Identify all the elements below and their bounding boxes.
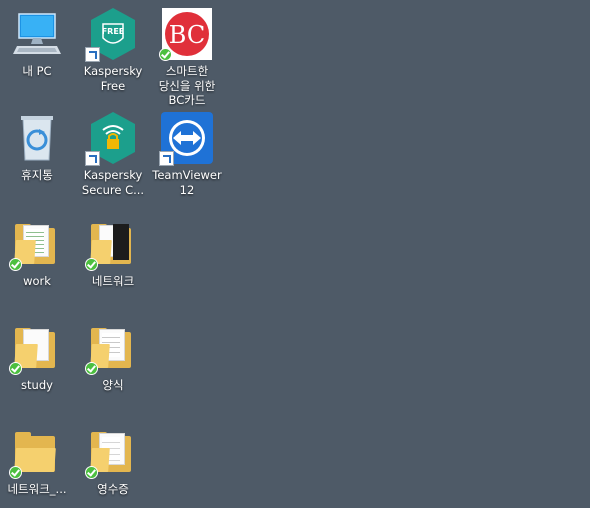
sync-ok-icon xyxy=(10,259,21,270)
desktop-icon-folder-network-2[interactable]: 네트워크_... xyxy=(0,426,74,497)
icon-label: Kaspersky Secure C... xyxy=(81,168,145,197)
desktop-icon-folder-network[interactable]: 네트워크 xyxy=(76,218,150,289)
bc-card-icon: BC xyxy=(159,8,215,62)
icon-label: 내 PC xyxy=(22,64,52,78)
folder-icon xyxy=(9,218,65,272)
icon-label: 양식 xyxy=(102,378,124,392)
folder-icon xyxy=(9,322,65,376)
desktop-icon-folder-study[interactable]: study xyxy=(0,322,74,393)
folder-icon xyxy=(85,426,141,480)
kaspersky-free-icon: FREE xyxy=(85,8,141,62)
shortcut-arrow-icon xyxy=(85,47,100,62)
icon-label: 영수증 xyxy=(97,482,129,496)
sync-ok-icon xyxy=(86,363,97,374)
desktop-icon-folder-receipts[interactable]: 영수증 xyxy=(76,426,150,497)
desktop-icon-kaspersky-free[interactable]: FREE Kaspersky Free xyxy=(76,8,150,93)
icon-label: study xyxy=(21,378,53,392)
desktop-icon-kaspersky-secure[interactable]: Kaspersky Secure C... xyxy=(76,112,150,197)
desktop-icon-bc-card[interactable]: BC 스마트한 당신을 위한 BC카드 xyxy=(150,8,224,108)
sync-ok-icon xyxy=(10,467,21,478)
sync-ok-icon xyxy=(160,49,171,60)
sync-ok-icon xyxy=(10,363,21,374)
sync-ok-icon xyxy=(86,259,97,270)
shortcut-arrow-icon xyxy=(85,151,100,166)
icon-label: 네트워크 xyxy=(91,274,135,288)
icon-label: 휴지통 xyxy=(21,168,53,182)
icon-label: 스마트한 당신을 위한 BC카드 xyxy=(158,64,216,107)
shortcut-arrow-icon xyxy=(159,151,174,166)
sync-ok-icon xyxy=(86,467,97,478)
desktop-icon-teamviewer[interactable]: TeamViewer 12 xyxy=(150,112,224,197)
desktop: 내 PC FREE Kaspersky Free BC 스마트한 당신을 위한 … xyxy=(0,0,590,508)
icon-label: Kaspersky Free xyxy=(83,64,143,93)
bc-text: BC xyxy=(169,21,205,49)
recycle-bin-icon xyxy=(9,112,65,166)
free-text: FREE xyxy=(102,27,125,36)
icon-label: 네트워크_... xyxy=(7,482,67,496)
folder-icon xyxy=(9,426,65,480)
desktop-icon-folder-work[interactable]: work xyxy=(0,218,74,289)
kaspersky-secure-icon xyxy=(85,112,141,166)
desktop-icon-my-pc[interactable]: 내 PC xyxy=(0,8,74,79)
desktop-icon-recycle-bin[interactable]: 휴지통 xyxy=(0,112,74,183)
computer-icon xyxy=(9,8,65,62)
desktop-icon-folder-forms[interactable]: 양식 xyxy=(76,322,150,393)
teamviewer-icon xyxy=(159,112,215,166)
icon-label: work xyxy=(23,274,51,288)
icon-label: TeamViewer 12 xyxy=(152,168,222,197)
folder-icon xyxy=(85,322,141,376)
folder-icon xyxy=(85,218,141,272)
